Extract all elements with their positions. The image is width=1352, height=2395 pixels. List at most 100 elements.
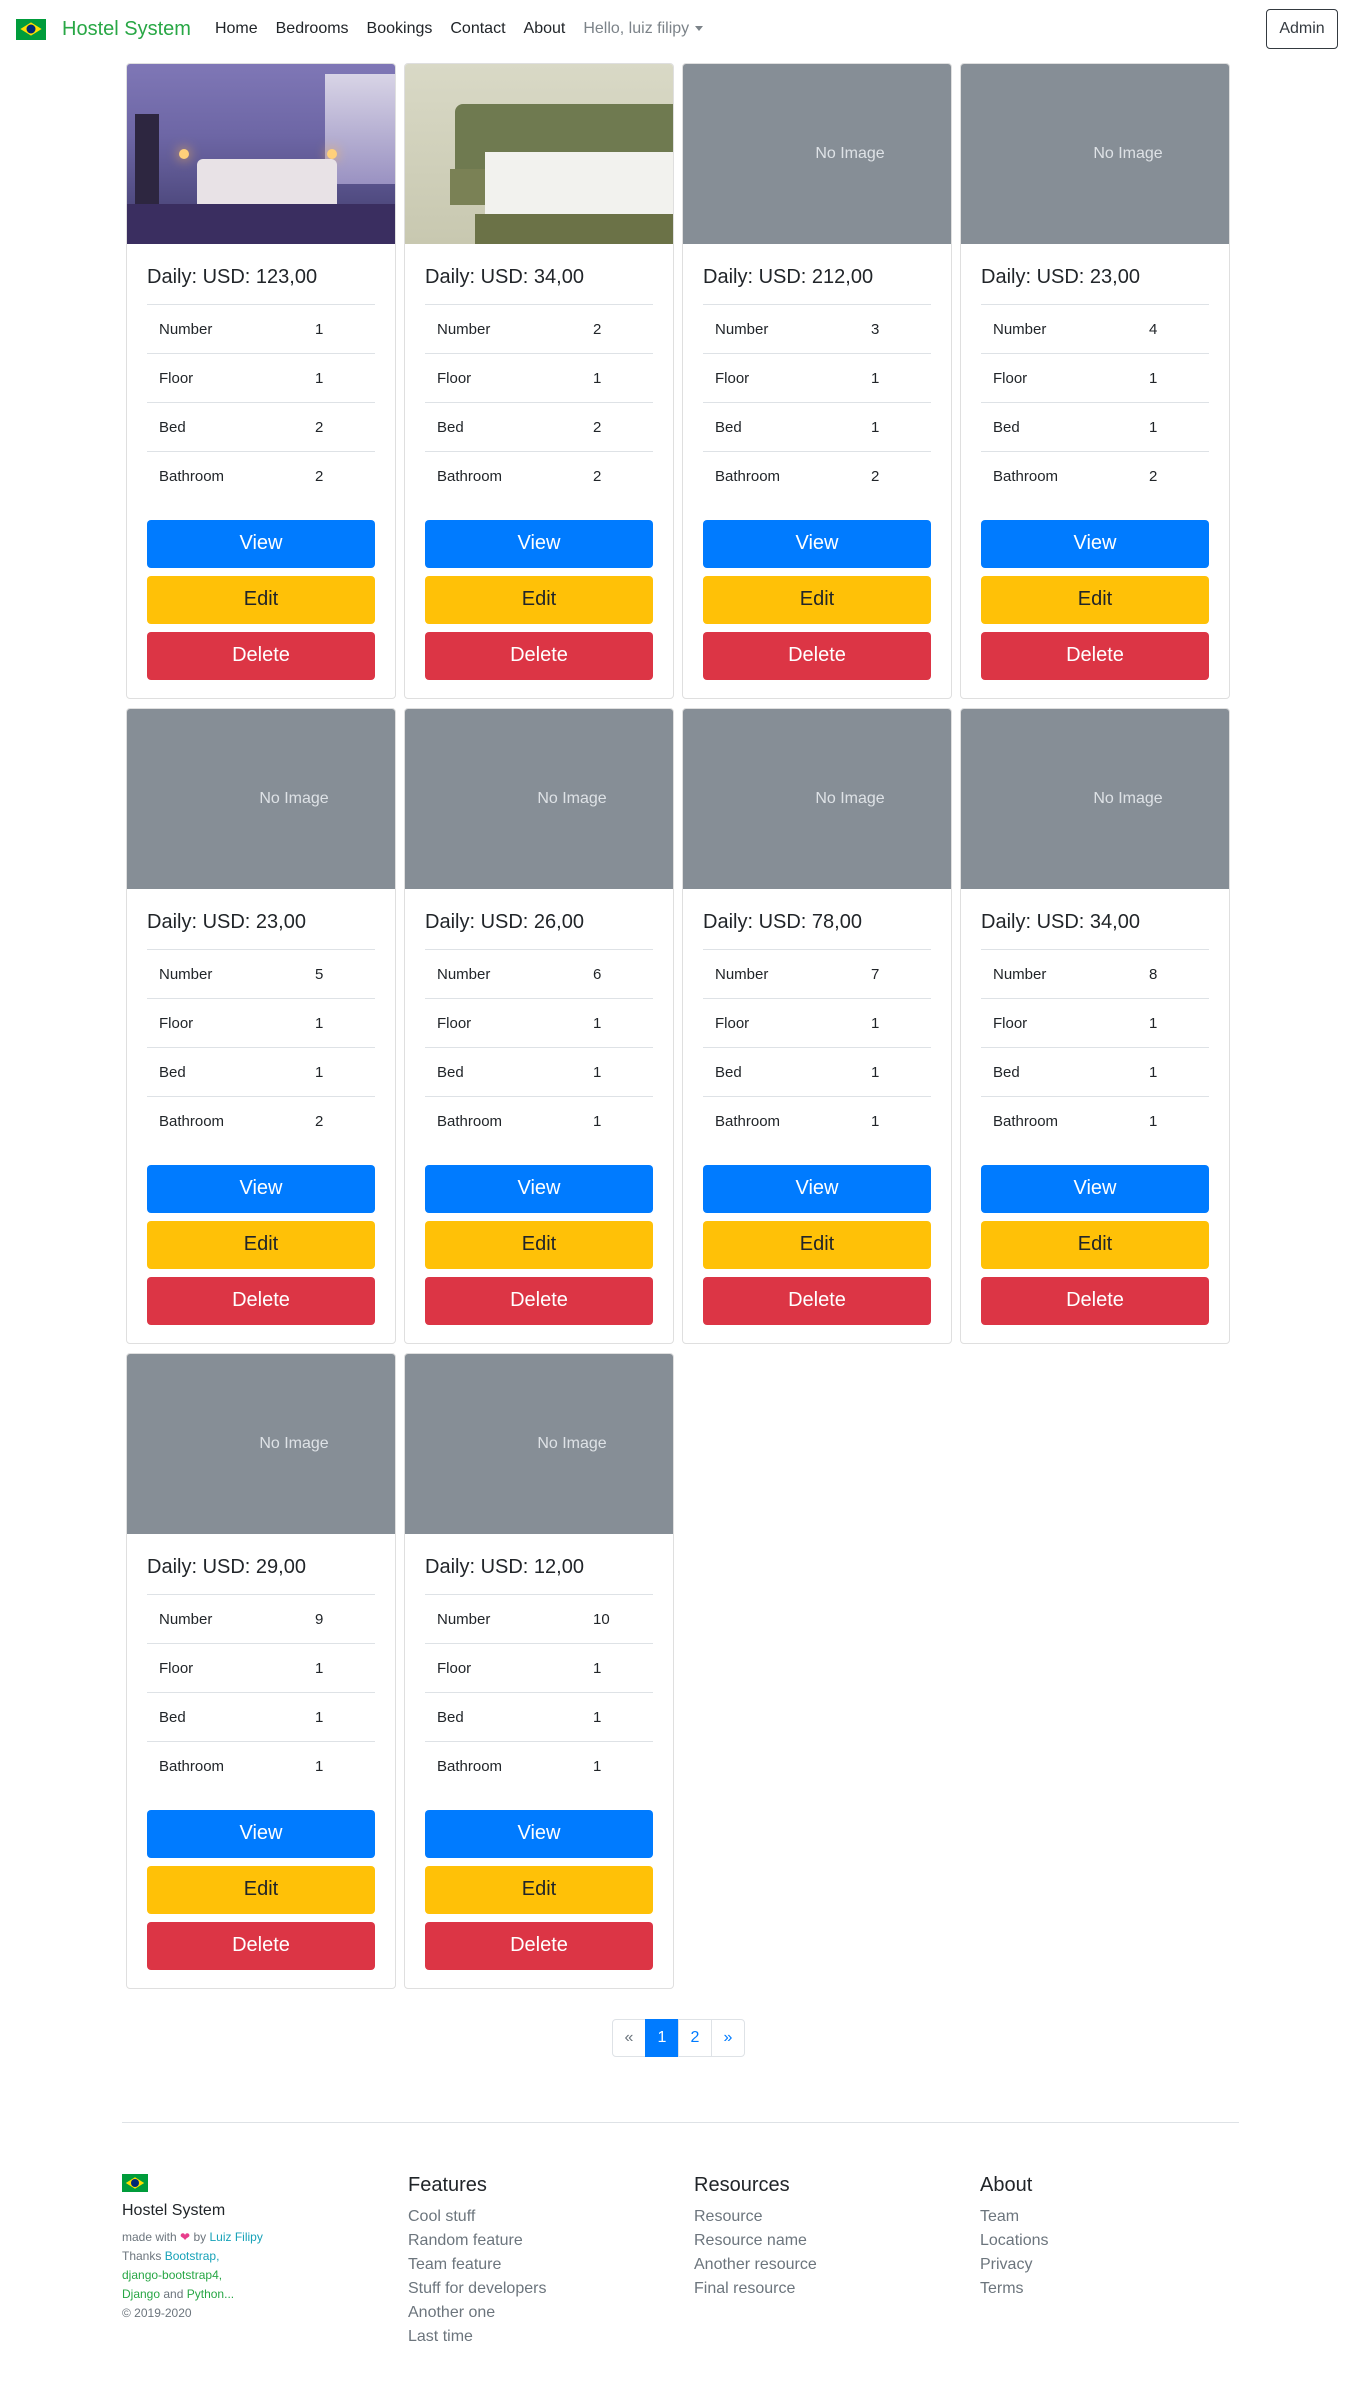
nav-bedrooms[interactable]: Bedrooms: [276, 20, 349, 38]
delete-button[interactable]: Delete: [147, 1921, 375, 1970]
bedroom-card: No Image Daily: USD: 26,00 Number 6 Floor 1 Be…: [404, 708, 674, 1344]
edit-button[interactable]: Edit: [703, 575, 931, 624]
page-2[interactable]: 2: [678, 2019, 712, 2057]
table-row: Bed 1: [425, 1047, 653, 1097]
delete-button[interactable]: Delete: [425, 631, 653, 680]
page-prev[interactable]: «: [612, 2019, 646, 2057]
card-body: Daily: USD: 12,00 Number 10 Floor 1 Bed 1 Bathr…: [405, 1534, 673, 1988]
nav-about[interactable]: About: [524, 20, 566, 38]
delete-button[interactable]: Delete: [147, 1276, 375, 1325]
footer-link[interactable]: Locations: [980, 2229, 1049, 2253]
spec-value-bed: 2: [315, 402, 375, 452]
spec-label: Number: [703, 304, 871, 354]
view-button[interactable]: View: [703, 519, 931, 568]
delete-button[interactable]: Delete: [425, 1276, 653, 1325]
no-image-text: No Image: [259, 1435, 329, 1452]
edit-button[interactable]: Edit: [981, 1220, 1209, 1269]
python-link[interactable]: Python...: [187, 2287, 234, 2301]
delete-button[interactable]: Delete: [981, 1276, 1209, 1325]
delete-button[interactable]: Delete: [425, 1921, 653, 1970]
view-button[interactable]: View: [425, 519, 653, 568]
django-link[interactable]: Django: [122, 2287, 160, 2301]
edit-button[interactable]: Edit: [147, 1220, 375, 1269]
delete-button[interactable]: Delete: [703, 631, 931, 680]
delete-button[interactable]: Delete: [147, 631, 375, 680]
edit-button[interactable]: Edit: [703, 1220, 931, 1269]
image-placeholder: No Image: [405, 709, 673, 889]
view-button[interactable]: View: [703, 1164, 931, 1213]
room-specs-table: Number 10 Floor 1 Bed 1 Bathroom 1: [425, 1594, 653, 1791]
view-button[interactable]: View: [147, 1809, 375, 1858]
table-row: Bed 2: [147, 402, 375, 452]
spec-label: Floor: [425, 998, 593, 1048]
daily-price: Daily: USD: 34,00: [981, 911, 1140, 933]
delete-button[interactable]: Delete: [981, 631, 1209, 680]
spec-value-number: 7: [871, 949, 931, 999]
delete-button[interactable]: Delete: [703, 1276, 931, 1325]
room-specs-table: Number 3 Floor 1 Bed 1 Bathroom 2: [703, 304, 931, 501]
navbar: Hostel System Home Bedrooms Bookings Con…: [0, 0, 1352, 58]
table-row: Bathroom 1: [981, 1096, 1209, 1146]
view-button[interactable]: View: [981, 1164, 1209, 1213]
admin-button[interactable]: Admin: [1266, 9, 1338, 49]
user-dropdown[interactable]: Hello, luiz filipy: [583, 20, 704, 38]
edit-button[interactable]: Edit: [147, 1865, 375, 1914]
footer-link[interactable]: Terms: [980, 2277, 1049, 2301]
footer-link[interactable]: Team feature: [408, 2253, 546, 2277]
spec-value-bed: 1: [1149, 402, 1209, 452]
and-text: and: [163, 2287, 184, 2301]
no-image-text: No Image: [1093, 145, 1163, 162]
author-link[interactable]: Luiz Filipy: [209, 2230, 262, 2244]
view-button[interactable]: View: [981, 519, 1209, 568]
bootstrap-link[interactable]: Bootstrap,: [165, 2249, 220, 2263]
footer-link[interactable]: Random feature: [408, 2229, 546, 2253]
spec-label: Bed: [147, 1047, 315, 1097]
spec-label: Number: [425, 1594, 593, 1644]
view-button[interactable]: View: [425, 1809, 653, 1858]
table-row: Number 4: [981, 304, 1209, 354]
footer-col-resources: Resources Resource Resource name Another…: [694, 2174, 817, 2301]
footer-link[interactable]: Stuff for developers: [408, 2277, 546, 2301]
footer-heading-resources: Resources: [694, 2174, 790, 2196]
user-greeting: Hello, luiz filipy: [583, 20, 690, 37]
spec-value-number: 3: [871, 304, 931, 354]
bedroom-card: No Image Daily: USD: 12,00 Number 10 Floor 1 B…: [404, 1353, 674, 1989]
footer-link[interactable]: Final resource: [694, 2277, 817, 2301]
spec-value-bed: 1: [871, 1047, 931, 1097]
footer-link[interactable]: Another resource: [694, 2253, 817, 2277]
daily-price: Daily: USD: 12,00: [425, 1556, 584, 1578]
page-1[interactable]: 1: [645, 2019, 679, 2057]
page-next[interactable]: »: [711, 2019, 745, 2057]
footer-link[interactable]: Cool stuff: [408, 2205, 546, 2229]
footer-link[interactable]: Resource name: [694, 2229, 817, 2253]
footer-link[interactable]: Last time: [408, 2325, 546, 2349]
footer-link[interactable]: Resource: [694, 2205, 817, 2229]
spec-value-floor: 1: [593, 353, 653, 403]
table-row: Bathroom 2: [425, 451, 653, 501]
edit-button[interactable]: Edit: [425, 1865, 653, 1914]
footer-link[interactable]: Privacy: [980, 2253, 1049, 2277]
no-image-text: No Image: [815, 145, 885, 162]
nav-bookings[interactable]: Bookings: [367, 20, 433, 38]
view-button[interactable]: View: [147, 519, 375, 568]
nav-contact[interactable]: Contact: [450, 20, 505, 38]
footer-link[interactable]: Team: [980, 2205, 1049, 2229]
brazil-flag-icon[interactable]: [16, 18, 46, 40]
django-bootstrap4-link[interactable]: django-bootstrap4,: [122, 2268, 222, 2282]
edit-button[interactable]: Edit: [425, 575, 653, 624]
edit-button[interactable]: Edit: [981, 575, 1209, 624]
view-button[interactable]: View: [147, 1164, 375, 1213]
image-placeholder: No Image: [961, 709, 1229, 889]
edit-button[interactable]: Edit: [147, 575, 375, 624]
by-text: by: [193, 2230, 207, 2244]
table-row: Bathroom 1: [147, 1741, 375, 1791]
nav-home[interactable]: Home: [215, 20, 258, 38]
view-button[interactable]: View: [425, 1164, 653, 1213]
edit-button[interactable]: Edit: [425, 1220, 653, 1269]
brand-link[interactable]: Hostel System: [62, 18, 191, 41]
footer-link[interactable]: Another one: [408, 2301, 546, 2325]
spec-label: Bathroom: [703, 1096, 871, 1146]
image-placeholder: No Image: [961, 64, 1229, 244]
card-body: Daily: USD: 78,00 Number 7 Floor 1 Bed 1 Bathro…: [683, 889, 951, 1343]
spec-value-bathroom: 2: [315, 451, 375, 501]
